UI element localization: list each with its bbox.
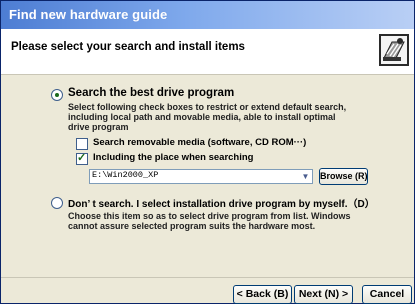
search-best-driver-label[interactable]: Search the best drive program xyxy=(68,87,234,99)
removable-media-label[interactable]: Search removable media (software, CD ROM… xyxy=(93,137,306,148)
checkmark-icon: ✓ xyxy=(77,152,87,164)
page-heading: Please select your search and install it… xyxy=(11,41,245,53)
search-path-combobox[interactable]: E:\Win2000_XP ▼ xyxy=(89,169,313,184)
manual-select-radio[interactable] xyxy=(51,197,63,209)
removable-media-checkbox[interactable] xyxy=(76,138,88,150)
include-location-checkbox[interactable]: ✓ xyxy=(76,152,88,165)
browse-button[interactable]: Browse (R) xyxy=(319,168,368,185)
include-location-label[interactable]: Including the place when searching xyxy=(93,152,253,163)
search-description: Select following check boxes to restrict… xyxy=(68,102,347,132)
chevron-down-icon[interactable]: ▼ xyxy=(300,170,311,183)
footer-divider xyxy=(1,277,414,278)
manual-select-label[interactable]: Don’ t search. I select installation dri… xyxy=(68,195,375,210)
title-bar[interactable]: Find new hardware guide xyxy=(1,1,414,29)
wizard-header: Please select your search and install it… xyxy=(1,29,414,75)
window-title: Find new hardware guide xyxy=(9,7,168,22)
wizard-window: Find new hardware guide Please select yo… xyxy=(0,0,415,304)
search-path-value: E:\Win2000_XP xyxy=(92,170,159,180)
back-button[interactable]: < Back (B) xyxy=(233,285,292,304)
cancel-button[interactable]: Cancel xyxy=(362,285,412,304)
search-best-driver-radio[interactable] xyxy=(51,89,63,101)
manual-description: Choose this item so as to select drive p… xyxy=(68,211,351,231)
hardware-wizard-icon xyxy=(379,34,409,66)
next-button[interactable]: Next (N) > xyxy=(294,285,353,304)
